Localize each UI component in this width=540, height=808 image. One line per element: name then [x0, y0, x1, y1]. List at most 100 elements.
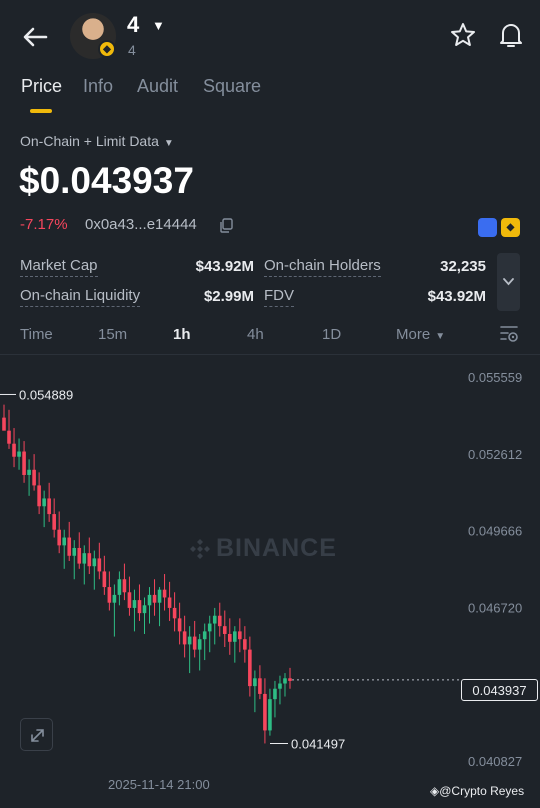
candle-body [117, 579, 122, 595]
candle-body [177, 618, 182, 632]
expand-stats-button[interactable] [497, 253, 520, 311]
liquidity-value: $2.99M [203, 288, 254, 305]
tab-audit[interactable]: Audit [137, 76, 178, 97]
tab-info[interactable]: Info [83, 76, 113, 97]
bell-icon[interactable] [496, 20, 526, 50]
active-tab-indicator [30, 109, 52, 113]
interval-bar: Time 15m 1h 4h 1D More ▼ [0, 318, 540, 352]
y-tick-label: 0.040827 [468, 754, 522, 769]
candle-body [77, 547, 82, 564]
high-price-label: 0.054889 [19, 387, 73, 402]
candle-body [253, 678, 257, 687]
candle-body [243, 639, 247, 650]
candle-body [82, 553, 87, 564]
candle-body [202, 631, 207, 640]
candle-body [258, 678, 262, 694]
candle-body [17, 451, 21, 457]
candle-body [147, 594, 152, 606]
candle-body [52, 514, 56, 530]
bnb-chain-icon[interactable]: ◆ [501, 218, 520, 237]
candle-body [2, 417, 6, 431]
interval-4h[interactable]: 4h [247, 326, 264, 343]
candle-body [263, 693, 267, 731]
candle-body [197, 639, 202, 650]
candle-body [233, 631, 237, 642]
candle-body [192, 636, 197, 650]
y-tick-label: 0.052612 [468, 447, 522, 462]
tab-price[interactable]: Price [21, 76, 62, 97]
market-cap-label: Market Cap [20, 257, 98, 277]
interval-more[interactable]: More ▼ [396, 326, 445, 343]
candle-body [7, 430, 11, 444]
candle-body [167, 597, 172, 608]
candle-body [122, 579, 127, 593]
fullscreen-button[interactable] [20, 718, 53, 751]
low-price-label: 0.041497 [291, 737, 345, 752]
candle-body [87, 553, 92, 567]
candle-body [47, 498, 51, 515]
y-tick-label: 0.046720 [468, 600, 522, 615]
current-price: $0.043937 [19, 160, 194, 201]
candle-body [152, 594, 157, 603]
data-source-label: On-Chain + Limit Data [20, 133, 159, 149]
interval-1d[interactable]: 1D [322, 326, 341, 343]
fdv-label: FDV [264, 287, 294, 307]
candle-body [37, 485, 41, 507]
top-bar: ◆ 4 ▼ 4 [0, 0, 540, 70]
candle-body [238, 631, 242, 640]
holders-label: On-chain Holders [264, 257, 381, 277]
chart-settings-icon[interactable] [499, 324, 519, 344]
candle-body [42, 498, 46, 507]
liquidity-label: On-chain Liquidity [20, 287, 141, 307]
attribution-text: @Crypto Reyes [439, 784, 525, 798]
interval-time[interactable]: Time [20, 326, 53, 343]
token-subtitle: 4 [128, 42, 136, 58]
caret-down-icon: ▼ [435, 331, 446, 342]
candle-body [127, 592, 132, 608]
candle-body [227, 633, 232, 642]
y-tick-label: 0.055559 [468, 370, 522, 385]
price-chart[interactable]: 0.055559 0.052612 0.049666 0.046720 0.040827… [0, 355, 540, 808]
candle-body [217, 615, 222, 627]
more-label: More [396, 326, 431, 343]
tab-square[interactable]: Square [203, 76, 261, 97]
arrow-left-icon[interactable] [18, 20, 52, 54]
interval-15m[interactable]: 15m [98, 326, 127, 343]
candle-body [32, 469, 36, 486]
candle-body [27, 469, 31, 475]
expand-icon [31, 729, 44, 742]
candle-body [273, 688, 277, 700]
last-price-label: 0.043937 [461, 679, 538, 701]
candle-body [157, 589, 162, 603]
candle-body [112, 594, 117, 603]
attribution: ◈@Crypto Reyes [430, 784, 524, 798]
copy-icon[interactable] [219, 218, 233, 233]
candle-body [222, 626, 227, 634]
interval-1h[interactable]: 1h [173, 326, 191, 343]
candle-body [97, 558, 102, 572]
candle-body [187, 636, 192, 645]
candle-body [288, 678, 292, 681]
y-tick-label: 0.049666 [468, 524, 522, 539]
candle-body [142, 605, 147, 614]
candle-body [248, 649, 252, 687]
holders-value: 32,235 [440, 258, 486, 275]
candle-body [212, 615, 217, 624]
candle-body [12, 443, 16, 457]
token-dropdown-icon[interactable]: ▼ [152, 18, 165, 33]
candle-body [57, 529, 61, 546]
chevron-down-icon [503, 278, 514, 286]
candle-body [182, 631, 187, 645]
candle-body [207, 623, 212, 632]
star-icon[interactable] [449, 21, 477, 49]
candle-body [67, 537, 72, 556]
x-axis-label: 2025-11-14 21:00 [108, 777, 210, 792]
caret-down-icon: ▼ [163, 138, 174, 149]
token-name[interactable]: 4 [127, 12, 139, 38]
candle-body [72, 547, 77, 556]
candle-body [137, 600, 142, 614]
explorer-icon[interactable] [478, 218, 497, 237]
data-source-selector[interactable]: On-Chain + Limit Data ▼ [20, 133, 174, 149]
candle-body [278, 683, 282, 689]
candle-body [162, 589, 167, 598]
